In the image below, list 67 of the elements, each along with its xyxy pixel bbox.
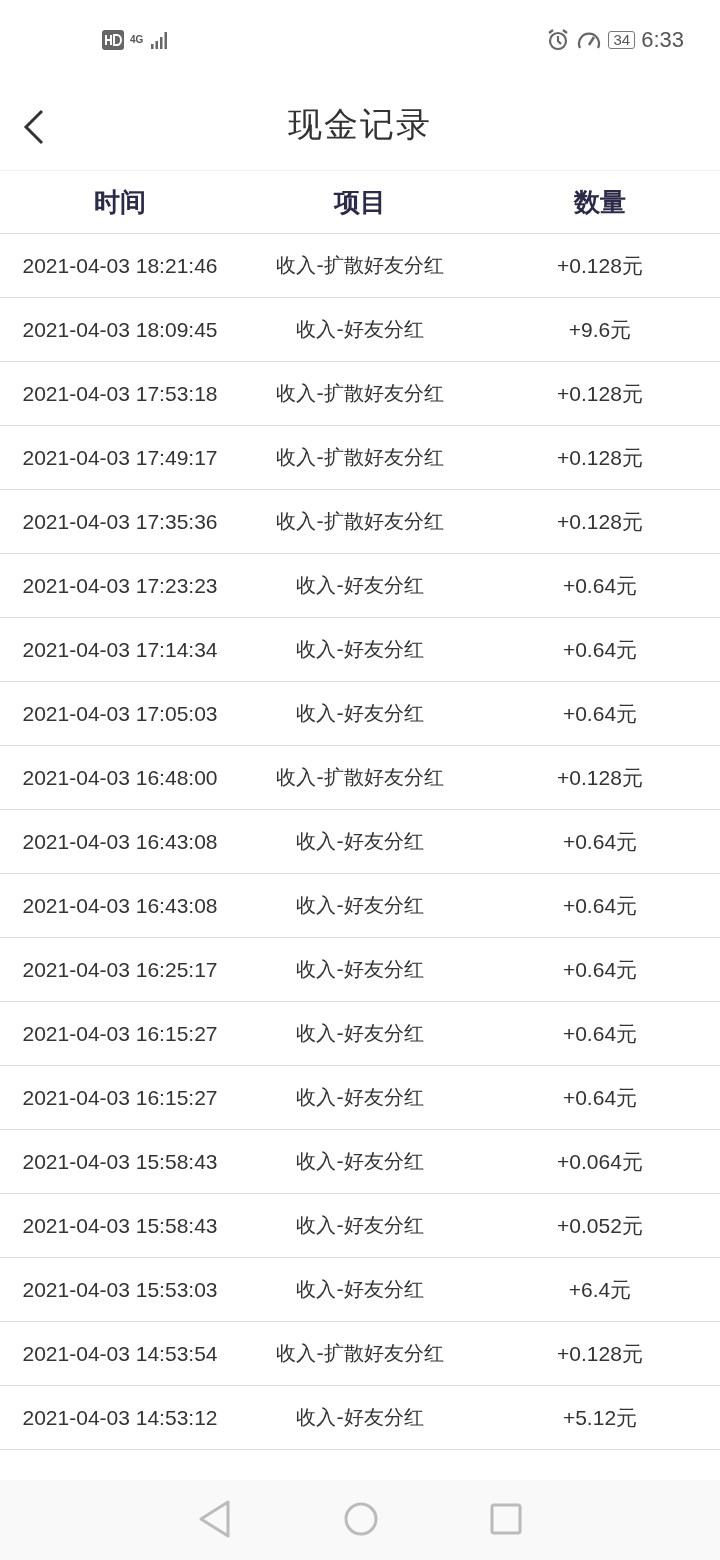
amount-cell-text: +0.64元: [562, 1020, 638, 1047]
item-cell: 收入-好友分红: [296, 636, 424, 663]
signal-icon: [149, 30, 170, 50]
page-title: 现金记录: [288, 103, 432, 146]
amount-cell-text: +0.64元: [562, 892, 638, 919]
time-cell: 2021-04-03 15:58:43: [22, 1149, 218, 1174]
time-cell: 2021-04-03 17:23:23: [22, 573, 218, 598]
item-cell: 收入-好友分红: [296, 572, 424, 599]
amount-cell-text: +0.64元: [562, 1084, 638, 1111]
time-cell: 2021-04-03 18:09:45: [22, 317, 218, 342]
amount-cell-text: +0.128元: [557, 252, 643, 279]
time-cell: 2021-04-03 16:25:17: [22, 957, 218, 982]
amount-cell-text: +5.12元: [562, 1404, 638, 1431]
amount-cell-text: +0.128元: [557, 444, 643, 471]
item-cell: 收入-扩散好友分红: [276, 444, 444, 471]
column-header: 数量: [574, 185, 626, 219]
item-cell: 收入-好友分红: [296, 892, 424, 919]
item-cell: 收入-扩散好友分红: [276, 764, 444, 791]
time-cell: 2021-04-03 16:43:08: [22, 893, 218, 918]
time-cell: 2021-04-03 15:53:03: [22, 1277, 218, 1302]
time-cell: 2021-04-03 16:43:08: [22, 829, 218, 854]
item-cell: 收入-扩散好友分红: [276, 1340, 444, 1367]
time-cell: 2021-04-03 15:58:43: [22, 1213, 218, 1238]
time-cell: 2021-04-03 17:35:36: [22, 509, 218, 534]
recents-nav-button[interactable]: [490, 1502, 522, 1538]
clock-time: 6:33: [641, 27, 684, 53]
time-cell: 2021-04-03 14:53:12: [22, 1405, 218, 1430]
amount-cell-text: +0.128元: [557, 508, 643, 535]
item-cell: 收入-好友分红: [296, 1084, 424, 1111]
item-cell: 收入-好友分红: [296, 1276, 424, 1303]
amount-cell-text: +0.128元: [557, 380, 643, 407]
time-cell: 2021-04-03 16:15:27: [22, 1085, 218, 1110]
item-cell: 收入-好友分红: [296, 316, 424, 343]
amount-cell-text: +0.64元: [562, 956, 638, 983]
column-header: 项目: [334, 185, 386, 219]
hd-icon: [102, 30, 124, 50]
amount-cell-text: +0.064元: [557, 1148, 643, 1175]
item-cell: 收入-好友分红: [296, 700, 424, 727]
network-label: 4G: [130, 35, 144, 45]
amount-cell-text: +0.64元: [562, 636, 638, 663]
amount-cell-text: +0.128元: [557, 764, 643, 791]
amount-cell-text: +6.4元: [568, 1276, 632, 1303]
amount-cell-text: +0.64元: [562, 572, 638, 599]
item-cell: 收入-好友分红: [296, 1020, 424, 1047]
amount-cell-text: +0.64元: [562, 700, 638, 727]
item-cell: 收入-好友分红: [296, 1404, 424, 1431]
amount-cell-text: +9.6元: [568, 316, 632, 343]
item-cell: 收入-好友分红: [296, 1212, 424, 1239]
time-cell: 2021-04-03 16:48:00: [22, 765, 218, 790]
item-cell: 收入-扩散好友分红: [276, 380, 444, 407]
time-cell: 2021-04-03 17:49:17: [22, 445, 218, 470]
item-cell: 收入-好友分红: [296, 956, 424, 983]
item-cell: 收入-扩散好友分红: [276, 508, 444, 535]
item-cell: 收入-好友分红: [296, 828, 424, 855]
time-cell: 2021-04-03 14:53:54: [22, 1341, 218, 1366]
battery-icon: 34: [608, 31, 636, 49]
item-cell: 收入-好友分红: [296, 1148, 424, 1175]
time-cell: 2021-04-03 18:21:46: [22, 253, 218, 278]
column-header: 时间: [94, 185, 146, 219]
time-cell: 2021-04-03 17:05:03: [22, 701, 218, 726]
amount-cell-text: +0.64元: [562, 828, 638, 855]
amount-cell-text: +0.052元: [557, 1212, 643, 1239]
item-cell: 收入-扩散好友分红: [276, 252, 444, 279]
time-cell: 2021-04-03 17:14:34: [22, 637, 218, 662]
amount-cell-text: +0.128元: [557, 1340, 643, 1367]
time-cell: 2021-04-03 17:53:18: [22, 381, 218, 406]
time-cell: 2021-04-03 16:15:27: [22, 1021, 218, 1046]
